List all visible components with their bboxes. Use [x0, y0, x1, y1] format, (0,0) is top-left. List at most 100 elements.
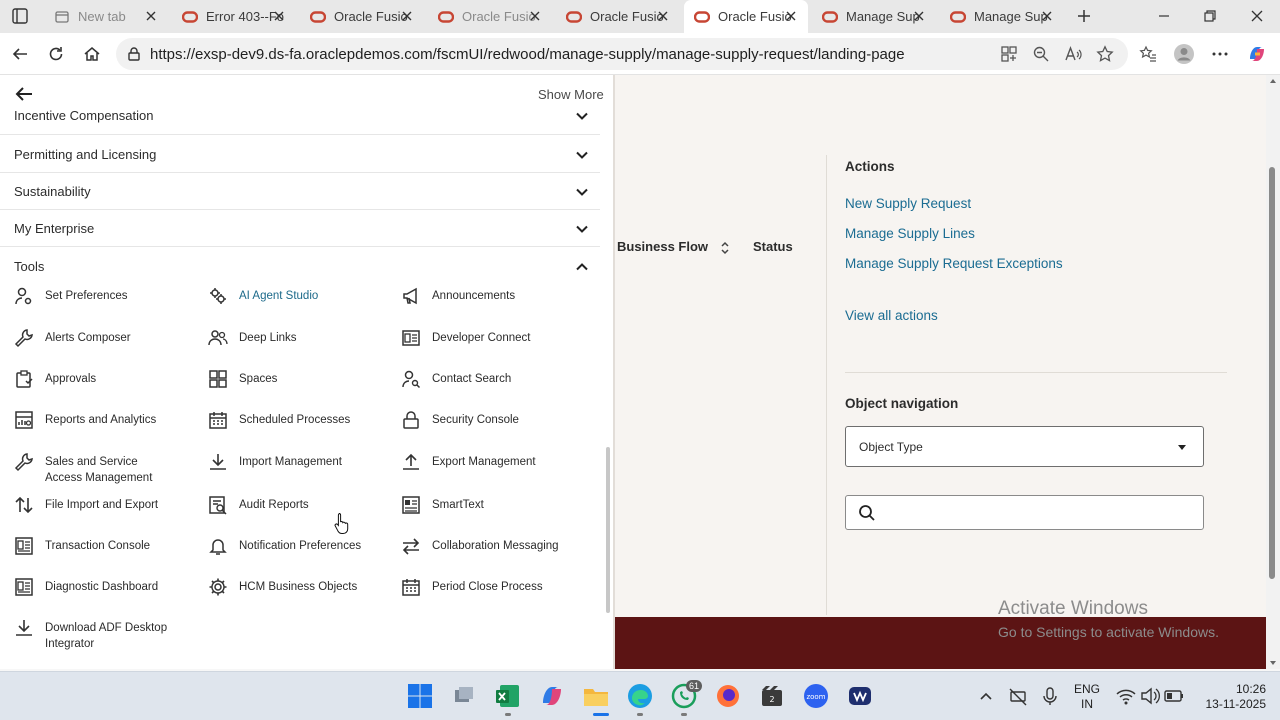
edge-icon[interactable]	[626, 682, 654, 710]
favorites-icon[interactable]	[1136, 42, 1160, 66]
navigator-section[interactable]: My Enterprise	[0, 210, 600, 247]
chevron-up-icon[interactable]	[574, 259, 590, 275]
browser-tab[interactable]: Manage Sup	[940, 0, 1064, 33]
tool-item[interactable]: HCM Business Objects	[208, 578, 369, 597]
tool-item[interactable]: Download ADF Desktop Integrator	[14, 620, 175, 652]
browser-tab[interactable]: Manage Sup	[812, 0, 936, 33]
new-tab-icon[interactable]	[1072, 4, 1096, 28]
navigator-section[interactable]: Permitting and Licensing	[0, 136, 600, 173]
back-icon[interactable]	[8, 42, 32, 66]
tool-item[interactable]: SmartText	[401, 496, 562, 515]
media-app-icon[interactable]: 2	[758, 682, 786, 710]
minimize-icon[interactable]	[1152, 4, 1176, 28]
close-icon[interactable]	[1040, 9, 1054, 23]
scroll-up-icon[interactable]	[1269, 77, 1277, 85]
chevron-down-icon[interactable]	[574, 108, 590, 124]
navigator-section[interactable]: Tools	[0, 248, 600, 284]
tool-item[interactable]: Diagnostic Dashboard	[14, 578, 175, 597]
network-off-icon[interactable]	[1004, 682, 1032, 710]
tool-item[interactable]: Security Console	[401, 411, 562, 430]
close-icon[interactable]	[144, 9, 158, 23]
close-icon[interactable]	[912, 9, 926, 23]
tool-item[interactable]: Sales and Service Access Management	[14, 453, 175, 486]
object-type-select[interactable]: Object Type	[845, 426, 1204, 467]
tool-item[interactable]: Contact Search	[401, 370, 562, 389]
copilot-icon[interactable]	[1245, 42, 1269, 66]
close-icon[interactable]	[656, 9, 670, 23]
sort-icon[interactable]	[720, 241, 730, 255]
navigator-section[interactable]: Sustainability	[0, 173, 600, 210]
tray-chevron-icon[interactable]	[972, 682, 1000, 710]
scroll-down-icon[interactable]	[1269, 659, 1277, 667]
tool-item[interactable]: Export Management	[401, 453, 562, 472]
tool-item[interactable]: Reports and Analytics	[14, 411, 175, 430]
language-indicator[interactable]: ENG IN	[1074, 682, 1100, 712]
tool-item[interactable]: Transaction Console	[14, 537, 175, 556]
browser-tab[interactable]: Oracle Fusio	[556, 0, 680, 33]
tool-item[interactable]: Alerts Composer	[14, 329, 175, 348]
refresh-icon[interactable]	[44, 42, 68, 66]
whatsapp-icon[interactable]: 61	[670, 680, 703, 710]
browser-tab[interactable]: Error 403--Fo	[172, 0, 296, 33]
manage-supply-request-exceptions-link[interactable]: Manage Supply Request Exceptions	[845, 256, 1063, 271]
tab-actions-icon[interactable]	[8, 4, 32, 28]
close-icon[interactable]	[528, 9, 542, 23]
page-scroll-thumb[interactable]	[1269, 167, 1275, 579]
tool-item[interactable]: Set Preferences	[14, 287, 175, 306]
close-window-icon[interactable]	[1245, 4, 1269, 28]
navigator-scroll-thumb[interactable]	[606, 447, 610, 613]
excel-icon[interactable]	[494, 682, 522, 710]
tool-item[interactable]: Developer Connect	[401, 330, 562, 348]
tool-item[interactable]: Import Management	[208, 454, 369, 472]
tool-item[interactable]: Notification Preferences	[208, 538, 369, 556]
more-menu-icon[interactable]	[1208, 42, 1232, 66]
manage-supply-lines-link[interactable]: Manage Supply Lines	[845, 226, 975, 241]
browser-tab[interactable]: Oracle Fusio	[428, 0, 552, 33]
zoom-app-icon[interactable]: zoom	[802, 682, 830, 710]
close-icon[interactable]	[272, 9, 286, 23]
battery-icon[interactable]	[1160, 682, 1188, 710]
new-supply-request-link[interactable]: New Supply Request	[845, 196, 971, 211]
windows-start-icon[interactable]	[406, 682, 434, 710]
firefox-icon[interactable]	[714, 682, 742, 710]
site-info-icon[interactable]	[126, 46, 142, 62]
browser-tab-active[interactable]: Oracle Fusio	[684, 0, 808, 33]
address-bar[interactable]: https://exsp-dev9.ds-fa.oraclepdemos.com…	[116, 38, 1128, 70]
navigator-section[interactable]: Incentive Compensation	[0, 99, 600, 135]
tool-item[interactable]: Period Close Process	[401, 579, 562, 597]
microphone-icon[interactable]	[1036, 682, 1064, 710]
view-all-actions-link[interactable]: View all actions	[845, 308, 938, 323]
chevron-down-icon[interactable]	[574, 221, 590, 237]
tool-item[interactable]: AI Agent Studio	[208, 288, 369, 306]
chevron-down-icon[interactable]	[574, 184, 590, 200]
copilot-app-icon[interactable]	[538, 682, 566, 710]
tool-item[interactable]: File Import and Export	[14, 496, 175, 515]
apps-icon[interactable]	[997, 42, 1021, 66]
browser-tab[interactable]: Oracle Fusio	[300, 0, 424, 33]
tool-item[interactable]: Announcements	[401, 287, 562, 306]
teams-app-icon[interactable]	[846, 682, 874, 710]
close-icon[interactable]	[400, 9, 414, 23]
close-icon[interactable]	[784, 9, 798, 23]
tool-item[interactable]: Spaces	[208, 370, 369, 389]
column-status[interactable]: Status	[753, 239, 793, 254]
home-icon[interactable]	[80, 42, 104, 66]
browser-tab[interactable]: New tab	[44, 0, 168, 33]
profile-avatar[interactable]	[1172, 42, 1196, 66]
read-aloud-icon[interactable]	[1061, 42, 1085, 66]
column-business-flow[interactable]: Business Flow	[617, 239, 730, 255]
tool-label: Security Console	[432, 414, 519, 426]
system-clock[interactable]: 10:26 13-11-2025	[1196, 682, 1267, 712]
tool-item[interactable]: Deep Links	[208, 330, 369, 348]
page-scrollbar[interactable]	[1266, 75, 1280, 669]
tool-item[interactable]: Scheduled Processes	[208, 412, 369, 430]
restore-icon[interactable]	[1198, 4, 1222, 28]
object-search-input[interactable]	[845, 495, 1204, 530]
chevron-down-icon[interactable]	[574, 147, 590, 163]
favorite-star-icon[interactable]	[1093, 42, 1117, 66]
task-view-icon[interactable]	[450, 682, 478, 710]
zoom-out-icon[interactable]	[1029, 42, 1053, 66]
file-explorer-icon[interactable]	[582, 682, 610, 710]
tool-item[interactable]: Approvals	[14, 370, 175, 389]
tool-item[interactable]: Collaboration Messaging	[401, 538, 562, 556]
